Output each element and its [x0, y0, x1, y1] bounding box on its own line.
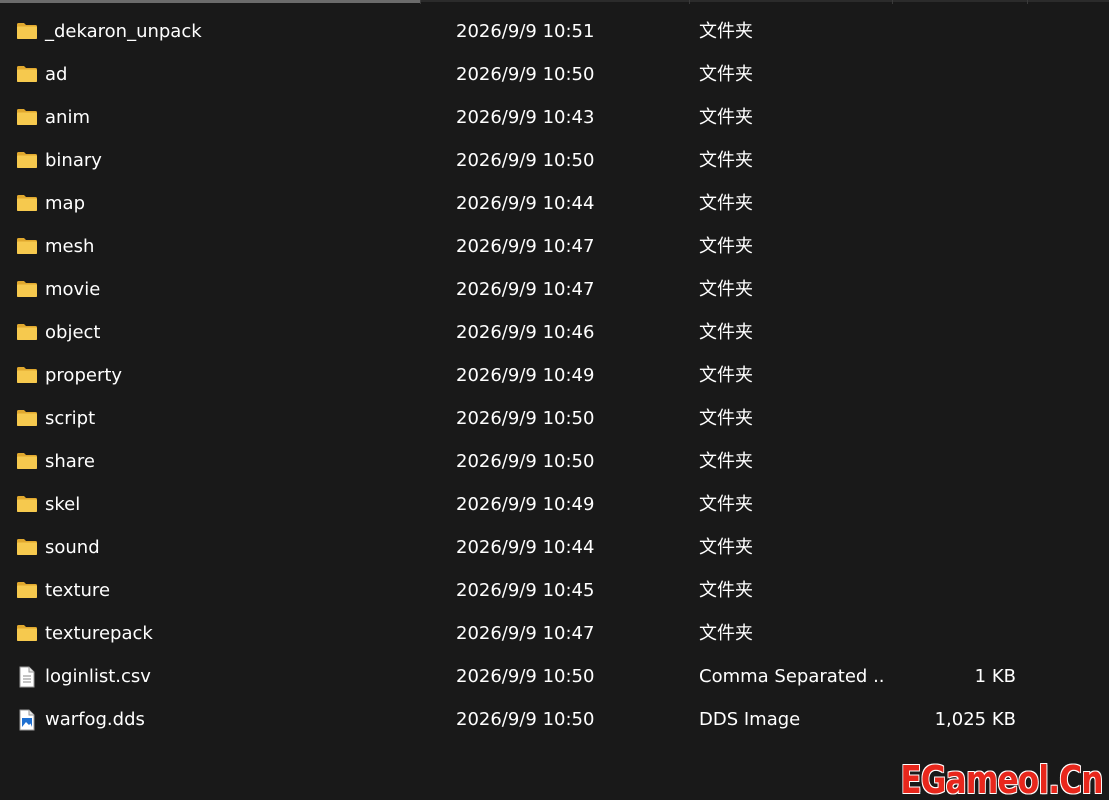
file-name: skel [45, 494, 81, 515]
file-date-modified: 2026/9/9 10:50 [456, 64, 595, 85]
file-name: script [45, 408, 96, 429]
folder-icon [16, 494, 38, 514]
folder-icon [16, 64, 38, 84]
file-type: 文件夹 [699, 322, 753, 343]
file-name: loginlist.csv [45, 666, 151, 687]
file-name: map [45, 193, 85, 214]
file-type: 文件夹 [699, 408, 753, 429]
file-date-modified: 2026/9/9 10:47 [456, 623, 595, 644]
file-name: share [45, 451, 95, 472]
file-name: ad [45, 64, 68, 85]
folder-icon [16, 21, 38, 41]
column-separator-date[interactable] [689, 0, 690, 4]
document-icon [16, 666, 38, 688]
file-type: 文件夹 [699, 365, 753, 386]
file-row-movie[interactable]: movie 2026/9/9 10:47 文件夹 [0, 268, 1109, 311]
file-date-modified: 2026/9/9 10:45 [456, 580, 595, 601]
file-row-texture[interactable]: texture 2026/9/9 10:45 文件夹 [0, 569, 1109, 612]
folder-icon [16, 365, 38, 385]
file-name: binary [45, 150, 102, 171]
folder-icon [16, 623, 38, 643]
file-row-texturepack[interactable]: texturepack 2026/9/9 10:47 文件夹 [0, 612, 1109, 655]
file-name: warfog.dds [45, 709, 145, 730]
file-list: _dekaron_unpack 2026/9/9 10:51 文件夹 ad 20… [0, 10, 1109, 741]
column-header-strip [0, 0, 1109, 3]
file-date-modified: 2026/9/9 10:49 [456, 494, 595, 515]
file-type: 文件夹 [699, 580, 753, 601]
file-row-script[interactable]: script 2026/9/9 10:50 文件夹 [0, 397, 1109, 440]
file-date-modified: 2026/9/9 10:50 [456, 150, 595, 171]
file-type: 文件夹 [699, 64, 753, 85]
scroll-indicator [0, 0, 420, 3]
file-size: 1 KB [974, 666, 1016, 687]
file-name: _dekaron_unpack [45, 21, 202, 42]
folder-icon [16, 537, 38, 557]
file-date-modified: 2026/9/9 10:50 [456, 408, 595, 429]
file-name: object [45, 322, 101, 343]
file-row-binary[interactable]: binary 2026/9/9 10:50 文件夹 [0, 139, 1109, 182]
file-date-modified: 2026/9/9 10:43 [456, 107, 595, 128]
file-date-modified: 2026/9/9 10:47 [456, 279, 595, 300]
file-name: sound [45, 537, 100, 558]
file-type: 文件夹 [699, 623, 753, 644]
file-type: Comma Separated ... [699, 666, 884, 687]
file-row-loginlist-csv[interactable]: loginlist.csv 2026/9/9 10:50 Comma Separ… [0, 655, 1109, 698]
folder-icon [16, 236, 38, 256]
file-type: 文件夹 [699, 107, 753, 128]
file-row-ad[interactable]: ad 2026/9/9 10:50 文件夹 [0, 53, 1109, 96]
file-type: 文件夹 [699, 537, 753, 558]
file-date-modified: 2026/9/9 10:49 [456, 365, 595, 386]
folder-icon [16, 279, 38, 299]
file-row-dekaron-unpack[interactable]: _dekaron_unpack 2026/9/9 10:51 文件夹 [0, 10, 1109, 53]
file-name: anim [45, 107, 90, 128]
file-size: 1,025 KB [934, 709, 1016, 730]
file-date-modified: 2026/9/9 10:50 [456, 451, 595, 472]
file-type: 文件夹 [699, 150, 753, 171]
file-row-sound[interactable]: sound 2026/9/9 10:44 文件夹 [0, 526, 1109, 569]
file-type: 文件夹 [699, 494, 753, 515]
column-separator-name[interactable] [420, 0, 421, 4]
file-name: movie [45, 279, 101, 300]
file-row-warfog-dds[interactable]: warfog.dds 2026/9/9 10:50 DDS Image 1,02… [0, 698, 1109, 741]
file-date-modified: 2026/9/9 10:51 [456, 21, 595, 42]
column-separator-type[interactable] [892, 0, 893, 4]
folder-icon [16, 408, 38, 428]
folder-icon [16, 150, 38, 170]
file-type: 文件夹 [699, 279, 753, 300]
folder-icon [16, 451, 38, 471]
file-row-object[interactable]: object 2026/9/9 10:46 文件夹 [0, 311, 1109, 354]
file-date-modified: 2026/9/9 10:44 [456, 537, 595, 558]
file-date-modified: 2026/9/9 10:50 [456, 666, 595, 687]
file-row-property[interactable]: property 2026/9/9 10:49 文件夹 [0, 354, 1109, 397]
file-type: 文件夹 [699, 193, 753, 214]
file-name: texture [45, 580, 111, 601]
file-type: 文件夹 [699, 236, 753, 257]
folder-icon [16, 580, 38, 600]
image-file-icon [16, 709, 38, 731]
file-row-share[interactable]: share 2026/9/9 10:50 文件夹 [0, 440, 1109, 483]
column-separator-size[interactable] [1027, 0, 1028, 4]
file-name: texturepack [45, 623, 153, 644]
file-type: DDS Image [699, 709, 801, 730]
folder-icon [16, 193, 38, 213]
file-type: 文件夹 [699, 21, 753, 42]
file-date-modified: 2026/9/9 10:47 [456, 236, 595, 257]
folder-icon [16, 107, 38, 127]
file-row-anim[interactable]: anim 2026/9/9 10:43 文件夹 [0, 96, 1109, 139]
file-row-map[interactable]: map 2026/9/9 10:44 文件夹 [0, 182, 1109, 225]
header-divider [420, 0, 1109, 2]
file-type: 文件夹 [699, 451, 753, 472]
file-row-skel[interactable]: skel 2026/9/9 10:49 文件夹 [0, 483, 1109, 526]
file-name: property [45, 365, 123, 386]
file-name: mesh [45, 236, 95, 257]
folder-icon [16, 322, 38, 342]
file-date-modified: 2026/9/9 10:44 [456, 193, 595, 214]
file-row-mesh[interactable]: mesh 2026/9/9 10:47 文件夹 [0, 225, 1109, 268]
file-date-modified: 2026/9/9 10:50 [456, 709, 595, 730]
watermark-logo: EGameol.Cn [900, 758, 1104, 800]
file-date-modified: 2026/9/9 10:46 [456, 322, 595, 343]
